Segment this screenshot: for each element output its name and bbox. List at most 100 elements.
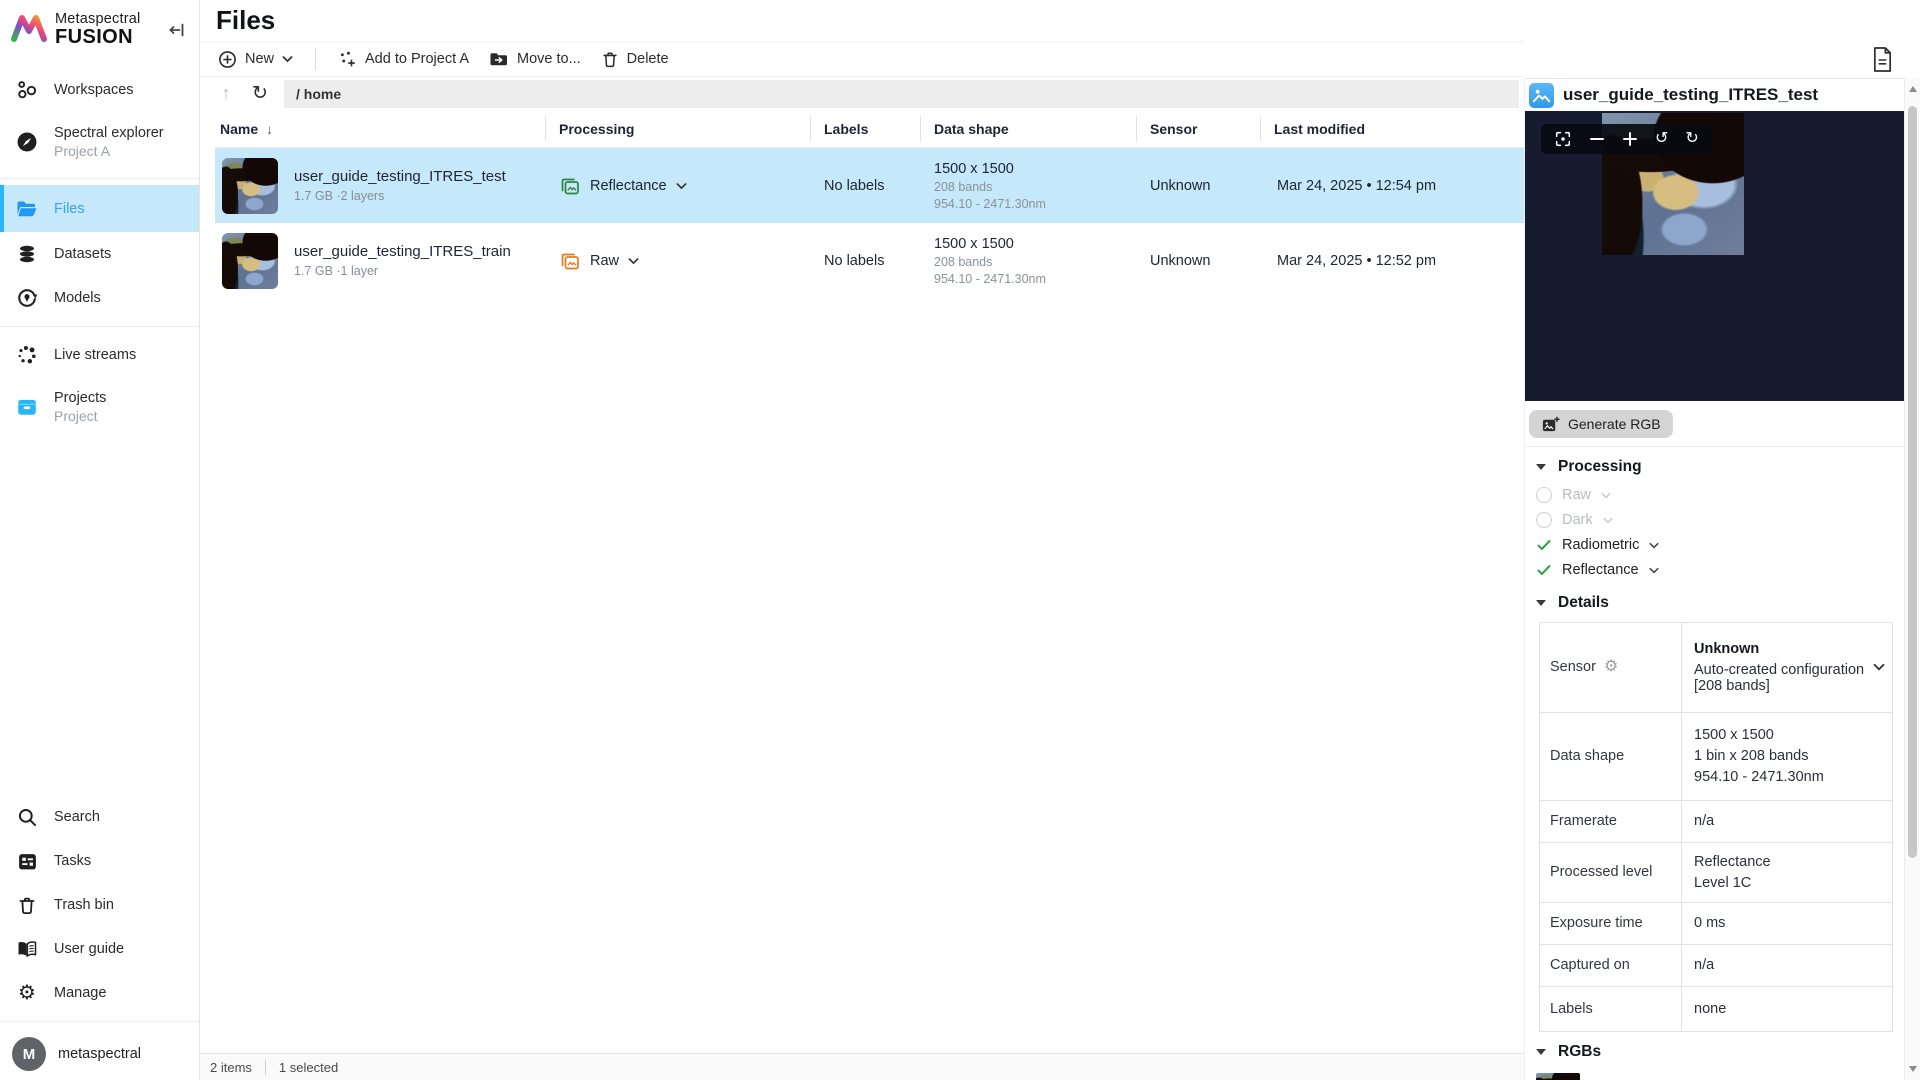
table-row[interactable]: user_guide_testing_ITRES_train 1.7 GB ·1… — [215, 223, 1524, 298]
scrollbar-thumb[interactable] — [1908, 106, 1917, 858]
rgbs-section-header[interactable]: RGBs — [1525, 1032, 1904, 1068]
divider — [315, 48, 316, 70]
check-icon — [1536, 537, 1552, 553]
compass-icon — [16, 131, 38, 153]
sensor-settings-gear-icon[interactable]: ⚙ — [1604, 659, 1618, 675]
file-thumbnail — [222, 158, 278, 214]
sidebar-collapse-button[interactable] — [165, 18, 189, 42]
new-label: New — [245, 51, 274, 67]
labels-value: No labels — [810, 178, 920, 194]
user-account[interactable]: M metaspectral — [0, 1028, 199, 1080]
database-icon — [16, 243, 38, 265]
sidebar-item-manage[interactable]: ⚙ Manage — [0, 971, 199, 1015]
zoom-out-icon[interactable] — [1589, 131, 1605, 147]
sidebar-item-files[interactable]: Files — [0, 185, 199, 232]
processing-section-header[interactable]: Processing — [1525, 447, 1904, 483]
sidebar-label: Trash bin — [54, 897, 114, 913]
sidebar-item-projects[interactable]: Projects Project — [0, 377, 199, 437]
processing-value: Raw — [590, 253, 619, 269]
tasks-icon — [16, 851, 38, 872]
brand-product: FUSION — [55, 27, 140, 48]
divider — [0, 1021, 199, 1022]
processing-option-reflectance[interactable]: Reflectance — [1525, 558, 1904, 583]
sensor-select[interactable]: Unknown Auto-created configuration [208 … — [1682, 623, 1892, 712]
rotate-ccw-icon[interactable]: ↺ — [1655, 131, 1668, 147]
sidebar: Metaspectral FUSION Workspaces — [0, 0, 200, 1080]
panel-scrollbar[interactable] — [1904, 78, 1920, 1080]
chevron-down-icon — [676, 182, 687, 190]
column-header-labels[interactable]: Labels — [810, 110, 920, 147]
table-row[interactable]: user_guide_testing_ITRES_test 1.7 GB ·2 … — [215, 148, 1524, 223]
scroll-down-arrow[interactable] — [1909, 1066, 1917, 1072]
last-modified-value: Mar 24, 2025 • 12:52 pm — [1260, 253, 1519, 269]
column-header-data-shape[interactable]: Data shape — [920, 110, 1136, 147]
sidebar-item-workspaces[interactable]: Workspaces — [0, 68, 199, 112]
file-thumbnail — [222, 233, 278, 289]
collapse-triangle-icon — [1536, 1049, 1546, 1055]
zoom-in-icon[interactable] — [1622, 131, 1638, 147]
sidebar-item-tasks[interactable]: Tasks — [0, 839, 199, 883]
labels-value: No labels — [810, 253, 920, 269]
page-title: Files — [200, 0, 1524, 42]
radio-unchecked-icon — [1536, 512, 1552, 528]
framerate-value: n/a — [1682, 801, 1892, 842]
processing-option-radiometric[interactable]: Radiometric — [1525, 533, 1904, 558]
last-modified-value: Mar 24, 2025 • 12:54 pm — [1260, 178, 1519, 194]
move-to-label: Move to... — [517, 51, 581, 67]
column-header-sensor[interactable]: Sensor — [1136, 110, 1260, 147]
refresh-button[interactable]: ↻ — [244, 82, 276, 105]
new-button[interactable]: New — [208, 45, 303, 74]
document-panel-button[interactable] — [1871, 46, 1894, 73]
up-directory-button[interactable]: ↑ — [212, 83, 240, 104]
generate-rgb-button[interactable]: Generate RGB — [1529, 410, 1673, 438]
labels-value: none — [1682, 987, 1892, 1031]
chevron-down-icon — [1601, 492, 1611, 499]
processed-level-value: Reflectance Level 1C — [1682, 843, 1892, 902]
details-section-header[interactable]: Details — [1525, 583, 1904, 619]
image-preview: ↺ ↻ — [1525, 111, 1904, 401]
workspaces-icon — [16, 79, 38, 101]
circle-plus-icon — [218, 50, 237, 69]
sidebar-item-trash-bin[interactable]: Trash bin — [0, 883, 199, 927]
sidebar-item-models[interactable]: Models — [0, 276, 199, 320]
column-header-processing[interactable]: Processing — [545, 110, 810, 147]
selected-count: 1 selected — [279, 1060, 338, 1075]
data-shape-cell: 1500 x 1500 208 bands 954.10 - 2471.30nm — [920, 236, 1136, 286]
collapse-triangle-icon — [1536, 464, 1546, 470]
sidebar-item-user-guide[interactable]: User guide — [0, 927, 199, 971]
data-shape-cell: 1500 x 1500 208 bands 954.10 - 2471.30nm — [920, 161, 1136, 211]
table-header: Name ↓ Processing Labels Data shape Sens… — [215, 110, 1524, 148]
sidebar-label: Datasets — [54, 246, 111, 262]
column-header-last-modified[interactable]: Last modified — [1260, 110, 1519, 147]
sidebar-item-search[interactable]: Search — [0, 795, 199, 839]
breadcrumb[interactable]: / home — [284, 80, 1519, 108]
sidebar-item-datasets[interactable]: Datasets — [0, 232, 199, 276]
add-to-project-button[interactable]: Add to Project A — [328, 45, 479, 74]
delete-button[interactable]: Delete — [591, 45, 679, 74]
sidebar-label: Files — [54, 201, 85, 217]
divider — [0, 326, 199, 327]
chevron-down-icon — [1649, 567, 1659, 574]
move-to-button[interactable]: Move to... — [479, 45, 591, 73]
sensor-value: Unknown — [1136, 253, 1260, 269]
data-shape-value: 1500 x 1500 1 bin x 208 bands 954.10 - 2… — [1682, 713, 1892, 800]
column-header-name[interactable]: Name ↓ — [215, 110, 545, 147]
processing-dropdown[interactable]: Reflectance — [545, 175, 810, 197]
processing-dropdown[interactable]: Raw — [545, 250, 810, 272]
file-meta: 1.7 GB ·1 layer — [294, 264, 511, 278]
chevron-down-icon — [1603, 517, 1613, 524]
rotate-cw-icon[interactable]: ↻ — [1685, 131, 1698, 147]
divider — [265, 1060, 266, 1075]
brand-header: Metaspectral FUSION — [0, 0, 199, 64]
sidebar-item-live-streams[interactable]: Live streams — [0, 333, 199, 377]
processing-option-dark[interactable]: Dark — [1525, 508, 1904, 533]
sidebar-label: Live streams — [54, 347, 136, 363]
preview-toolbar: ↺ ↻ — [1541, 124, 1712, 154]
processing-option-raw[interactable]: Raw — [1525, 483, 1904, 508]
rgb-list-item[interactable]: Radiance — [1525, 1068, 1904, 1080]
fit-to-screen-icon[interactable] — [1554, 130, 1572, 148]
scroll-up-arrow[interactable] — [1909, 86, 1917, 92]
chevron-down-icon[interactable] — [1873, 663, 1885, 671]
generate-rgb-label: Generate RGB — [1568, 416, 1661, 432]
sidebar-item-spectral-explorer[interactable]: Spectral explorer Project A — [0, 112, 199, 172]
